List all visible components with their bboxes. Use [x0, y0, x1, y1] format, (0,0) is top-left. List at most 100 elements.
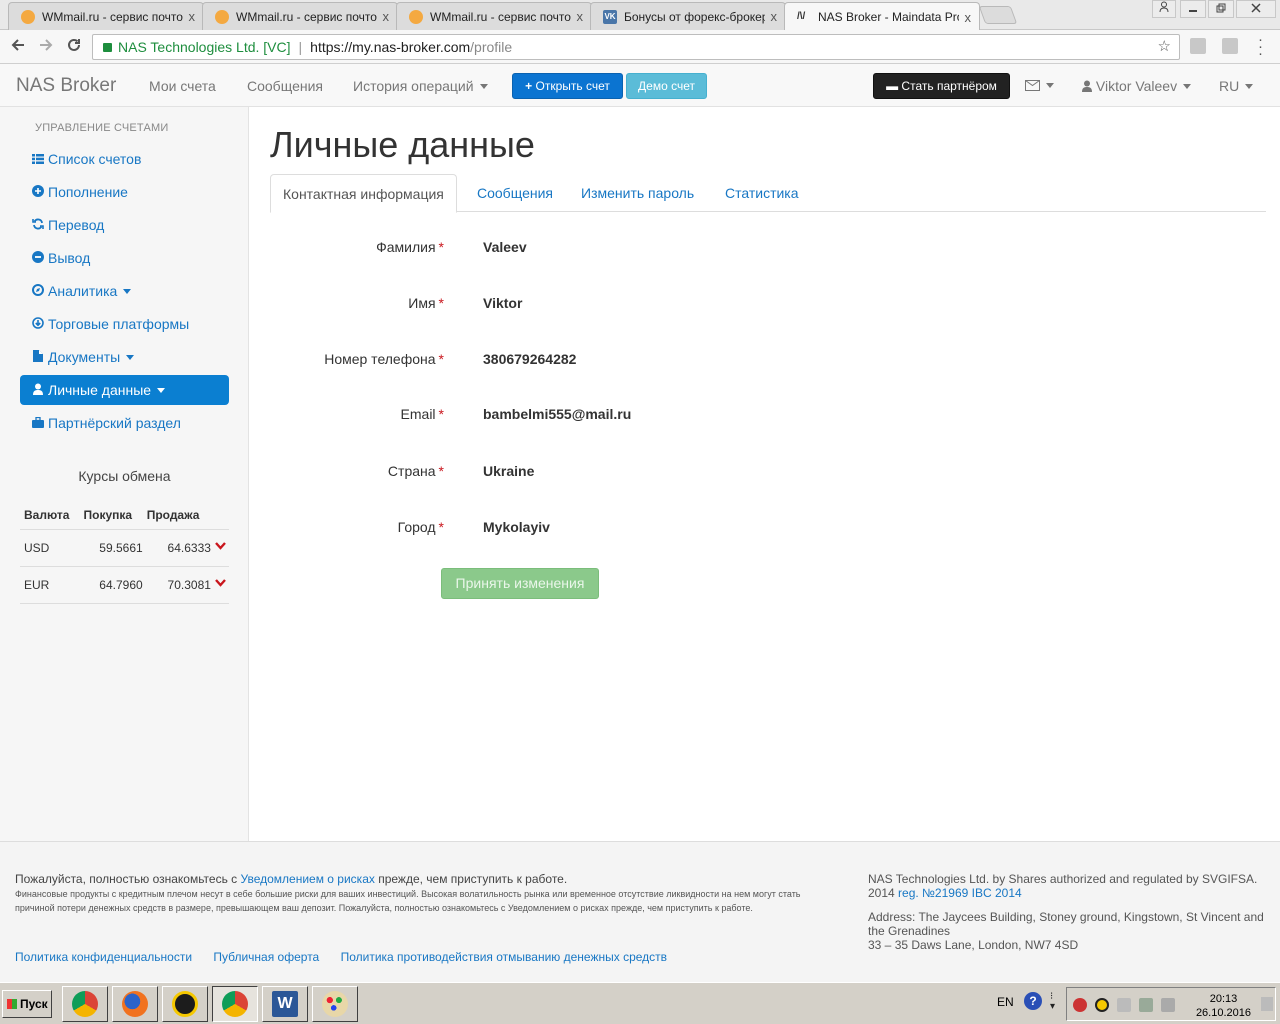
trend-down-icon	[210, 529, 229, 567]
sidebar-item-analytics[interactable]: Аналитика	[20, 276, 229, 306]
network-icon[interactable]	[1139, 998, 1153, 1012]
tray-expand-icon[interactable]: ⁝ ▾	[1050, 992, 1055, 1012]
demo-account-button[interactable]: Демо счет	[626, 73, 707, 99]
sidebar-heading: УПРАВЛЕНИЕ СЧЕТАМИ	[35, 122, 169, 134]
privacy-policy-link[interactable]: Политика конфиденциальности	[15, 950, 192, 964]
caret-down-icon	[123, 289, 132, 294]
table-row: EUR 64.7960 70.3081	[20, 566, 229, 604]
browser-menu-icon[interactable]: · · ·	[1258, 32, 1263, 61]
close-tab-icon[interactable]: x	[577, 9, 584, 24]
volume-icon[interactable]	[1161, 998, 1175, 1012]
taskbar-word-icon[interactable]: W	[262, 986, 308, 1022]
registration-link[interactable]: reg. №21969 IBC 2014	[898, 886, 1022, 900]
bookmark-star-icon[interactable]: ☆	[1158, 35, 1171, 59]
field-value-country[interactable]: Ukraine	[483, 463, 534, 479]
browser-tab[interactable]: WMmail.ru - сервис почтов x	[202, 2, 398, 30]
extension-icon[interactable]	[1190, 38, 1206, 54]
nav-my-accounts[interactable]: Мои счета	[149, 78, 216, 94]
field-value-first-name[interactable]: Viktor	[483, 295, 522, 311]
field-value-last-name[interactable]: Valeev	[483, 239, 527, 255]
taskbar-cyberghost-icon[interactable]	[162, 986, 208, 1022]
network-error-icon[interactable]	[1117, 998, 1131, 1012]
close-tab-icon[interactable]: x	[383, 9, 390, 24]
file-icon	[32, 343, 44, 373]
close-window-icon[interactable]	[1236, 0, 1276, 18]
help-icon[interactable]: ?	[1024, 992, 1042, 1010]
sidebar-item-deposit[interactable]: Пополнение	[20, 177, 229, 207]
risk-notice-link[interactable]: Уведомлением о рисках	[241, 872, 375, 886]
mail-dropdown[interactable]	[1025, 77, 1054, 93]
nav-history-dropdown[interactable]: История операций	[353, 78, 488, 94]
caret-down-icon	[479, 84, 488, 89]
field-value-city[interactable]: Mykolayiv	[483, 519, 550, 535]
system-clock[interactable]: 20:13 26.10.2016	[1196, 992, 1251, 1020]
start-button[interactable]: Пуск	[2, 990, 52, 1018]
field-value-phone[interactable]: 380679264282	[483, 351, 576, 367]
caret-down-icon	[126, 355, 135, 360]
field-value-email[interactable]: bambelmi555@mail.ru	[483, 406, 631, 422]
site-navbar: NAS Broker Мои счета Сообщения История о…	[0, 64, 1280, 107]
tab-contact-info[interactable]: Контактная информация	[270, 174, 457, 213]
sidebar-item-partner[interactable]: Партнёрский раздел	[20, 408, 229, 438]
nav-messages[interactable]: Сообщения	[247, 78, 323, 94]
close-tab-icon[interactable]: x	[189, 9, 196, 24]
tab-change-password[interactable]: Изменить пароль	[569, 174, 706, 212]
browser-tab[interactable]: WMmail.ru - сервис почтов x	[8, 2, 204, 30]
forward-icon[interactable]	[38, 37, 54, 58]
back-icon[interactable]	[10, 37, 26, 58]
browser-tab[interactable]: WMmail.ru - сервис почтов x	[396, 2, 592, 30]
sidebar-item-label: Вывод	[48, 250, 91, 266]
reload-icon[interactable]	[66, 37, 82, 58]
new-tab-button[interactable]	[978, 6, 1018, 24]
tab-statistics[interactable]: Статистика	[713, 174, 811, 212]
taskbar-chrome-icon[interactable]	[62, 986, 108, 1022]
close-tab-icon[interactable]: x	[771, 9, 778, 24]
show-desktop-icon[interactable]	[1261, 997, 1273, 1011]
compass-icon	[32, 277, 44, 307]
sidebar-item-accounts-list[interactable]: Список счетов	[20, 144, 229, 174]
profile-tabs: Контактная информация Сообщения Изменить…	[270, 174, 1266, 213]
field-label: Город *	[397, 519, 444, 535]
open-account-button[interactable]: + Открыть счет	[512, 73, 623, 99]
keyboard-language[interactable]: EN	[997, 995, 1014, 1009]
restore-icon[interactable]	[1208, 0, 1234, 18]
tab-messages[interactable]: Сообщения	[465, 174, 565, 212]
sidebar-item-platforms[interactable]: Торговые платформы	[20, 309, 229, 339]
become-partner-button[interactable]: ▬ Стать партнёром	[873, 73, 1010, 99]
url-host: https://my.nas-broker.com	[310, 39, 471, 55]
sidebar-item-personal-data[interactable]: Личные данные	[20, 375, 229, 405]
language-dropdown[interactable]: RU	[1219, 78, 1254, 94]
cyberghost-tray-icon[interactable]	[1095, 998, 1109, 1012]
taskbar-paint-icon[interactable]	[312, 986, 358, 1022]
sidebar-item-label: Пополнение	[48, 184, 128, 200]
field-label: Номер телефона *	[324, 351, 444, 367]
user-menu-dropdown[interactable]: Viktor Valeev	[1082, 78, 1192, 94]
minimize-icon[interactable]	[1180, 0, 1206, 18]
close-tab-icon[interactable]: x	[965, 10, 972, 25]
browser-tab[interactable]: VK Бонусы от форекс-брокер x	[590, 2, 786, 30]
sidebar-item-label: Документы	[48, 349, 121, 365]
clock-time: 20:13	[1209, 993, 1238, 1005]
caret-down-icon	[1183, 84, 1192, 89]
sidebar: УПРАВЛЕНИЕ СЧЕТАМИ Список счетов Пополне…	[0, 107, 249, 841]
field-label: Фамилия *	[376, 239, 444, 255]
taskbar-chrome-active-icon[interactable]	[212, 986, 258, 1022]
save-changes-button[interactable]: Принять изменения	[441, 568, 599, 599]
taskbar-firefox-icon[interactable]	[112, 986, 158, 1022]
plus-icon: +	[525, 79, 533, 93]
plus-circle-icon	[32, 178, 44, 208]
sidebar-item-withdraw[interactable]: Вывод	[20, 243, 229, 273]
browser-tab-active[interactable]: /\/ NAS Broker - Maindata Profi x	[784, 2, 980, 31]
become-partner-label: Стать партнёром	[901, 79, 997, 93]
public-offer-link[interactable]: Публичная оферта	[213, 950, 319, 964]
rates-buy: 64.7960	[79, 566, 143, 604]
sidebar-item-documents[interactable]: Документы	[20, 342, 229, 372]
user-profile-icon[interactable]	[1152, 0, 1176, 18]
extension-icon[interactable]	[1222, 38, 1238, 54]
sidebar-item-transfer[interactable]: Перевод	[20, 210, 229, 240]
antivirus-icon[interactable]	[1073, 998, 1087, 1012]
sidebar-item-label: Список счетов	[48, 151, 142, 167]
brand-logo[interactable]: NAS Broker	[16, 75, 116, 97]
aml-policy-link[interactable]: Политика противодействия отмыванию денеж…	[341, 950, 667, 964]
address-bar[interactable]: NAS Technologies Ltd. [VC] | https://my.na…	[92, 34, 1180, 60]
